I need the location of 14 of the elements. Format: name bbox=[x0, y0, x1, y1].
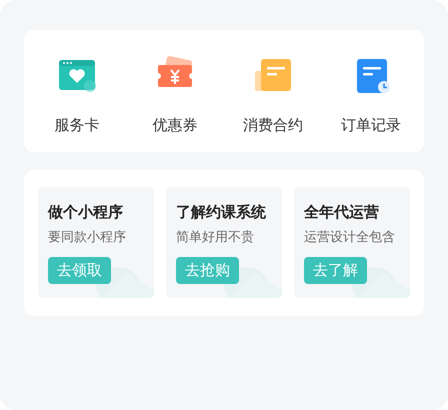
service-label: 优惠券 bbox=[152, 116, 198, 135]
promo-title: 了解约课系统 bbox=[176, 203, 266, 222]
service-item[interactable]: 消费合约 bbox=[224, 30, 322, 152]
service-item[interactable]: 订单记录 bbox=[322, 30, 420, 152]
service-label: 消费合约 bbox=[243, 116, 303, 135]
promo-title: 做个小程序 bbox=[48, 203, 123, 222]
promo-subtitle: 简单好用不贵 bbox=[176, 229, 254, 246]
service-label: 服务卡 bbox=[54, 116, 100, 135]
service-item[interactable]: 优惠券 bbox=[126, 30, 224, 152]
promo-subtitle: 运营设计全包含 bbox=[304, 229, 395, 246]
service-label: 订单记录 bbox=[341, 116, 401, 135]
promo-subtitle: 要同款小程序 bbox=[48, 229, 126, 246]
promo-title: 全年代运营 bbox=[304, 203, 379, 222]
service-item[interactable]: 服务卡 bbox=[28, 30, 126, 152]
